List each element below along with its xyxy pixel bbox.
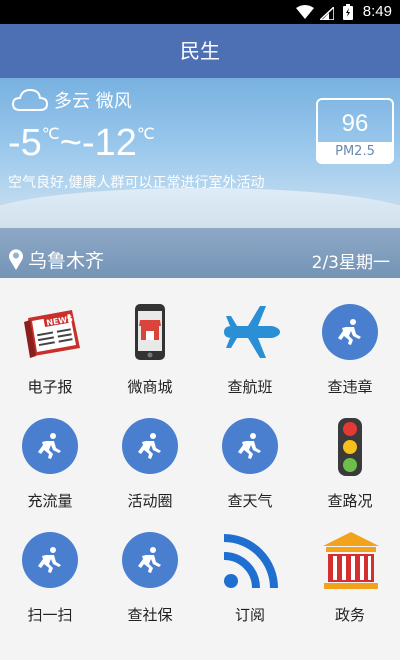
grid-item-social-security[interactable]: 查社保 xyxy=(100,506,200,624)
grid-item-label: 政务 xyxy=(334,606,365,624)
weather-condition: 多云 微风 xyxy=(54,91,132,112)
pm25-badge: 96 PM2.5 xyxy=(316,98,394,164)
phone-shop-icon xyxy=(122,304,178,360)
page-title: 民生 xyxy=(0,24,400,78)
temp-unit-high: ℃ xyxy=(136,126,155,143)
grid-item-label: 查社保 xyxy=(127,606,173,624)
city-name: 乌鲁木齐 xyxy=(28,250,105,272)
grid-item-subscribe[interactable]: 订阅 xyxy=(200,506,300,624)
rss-icon xyxy=(222,532,278,589)
grid-item-scan[interactable]: 扫一扫 xyxy=(0,506,100,624)
runner-icon xyxy=(22,532,78,588)
grid-item-label: 扫一扫 xyxy=(27,606,73,624)
grid-item-activities[interactable]: 活动圈 xyxy=(100,392,200,510)
air-quality-advice: 空气良好,健康人群可以正常进行室外活动 xyxy=(8,175,265,191)
pm25-value: 96 xyxy=(341,110,369,137)
temp-low: -5 xyxy=(8,122,42,164)
runner-icon xyxy=(22,418,78,474)
grid-item-newspaper[interactable]: NEWS 电子报 xyxy=(0,278,100,396)
cloud-icon xyxy=(11,88,49,116)
runner-icon xyxy=(122,418,178,474)
grid-item-data-topup[interactable]: 充流量 xyxy=(0,392,100,510)
traffic-light-icon xyxy=(322,418,378,476)
temp-unit-low: ℃ xyxy=(41,126,60,143)
grid-item-mall[interactable]: 微商城 xyxy=(100,278,200,396)
location[interactable]: 乌鲁木齐 xyxy=(8,246,104,275)
runner-icon xyxy=(322,304,378,360)
temp-high: -12 xyxy=(81,122,137,164)
signal-icon xyxy=(318,5,335,24)
grid-item-traffic[interactable]: 查路况 xyxy=(300,392,400,510)
battery-icon xyxy=(343,4,353,24)
grid-item-label: 订阅 xyxy=(234,606,265,624)
government-icon xyxy=(322,532,379,589)
grid-item-violation[interactable]: 查违章 xyxy=(300,278,400,396)
runner-icon xyxy=(122,532,178,588)
newspaper-icon: NEWS xyxy=(22,304,80,360)
date-label: 2/3星期一 xyxy=(311,253,390,273)
temp-separator: ~ xyxy=(59,122,82,164)
weather-panel[interactable]: 多云 微风 -5℃~-12℃ 空气良好,健康人群可以正常进行室外活动 96 PM… xyxy=(0,78,400,278)
grid-item-government[interactable]: 政务 xyxy=(300,506,400,624)
location-pin-icon xyxy=(8,248,24,275)
runner-icon xyxy=(222,418,278,474)
wifi-icon xyxy=(296,4,314,23)
grid-item-flight[interactable]: 查航班 xyxy=(200,278,300,396)
service-grid: NEWS 电子报 微商城 查航班 查违章 充流量 活动圈 查天气 查路况 扫一扫… xyxy=(0,278,400,660)
status-time: 8:49 xyxy=(362,3,392,20)
pm25-label: PM2.5 xyxy=(318,142,392,162)
status-bar: 8:49 xyxy=(0,0,400,24)
grid-item-weather[interactable]: 查天气 xyxy=(200,392,300,510)
temperature-range: -5℃~-12℃ xyxy=(8,122,155,165)
airplane-icon xyxy=(222,304,280,360)
